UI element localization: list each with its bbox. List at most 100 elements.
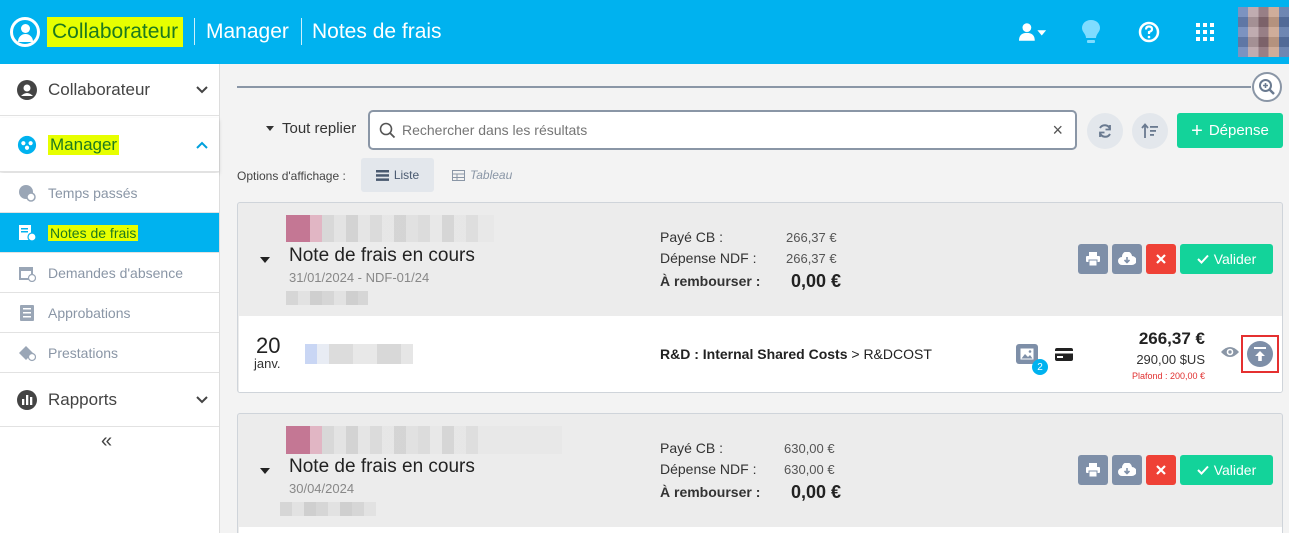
sidebar-item-label: Approbations — [48, 304, 131, 321]
refund-label: À rembourser : — [660, 273, 761, 289]
ndf-label: Dépense NDF : — [660, 461, 757, 477]
ndf-value: 630,00 € — [784, 462, 835, 477]
user-circle-icon[interactable] — [10, 17, 40, 47]
attachments-count-badge: 2 — [1032, 359, 1048, 375]
refresh-button[interactable] — [1087, 113, 1123, 149]
clock-icon — [17, 183, 37, 203]
sidebar-item-notes-de-frais[interactable]: Notes de frais — [0, 213, 219, 253]
validate-button[interactable]: Valider — [1180, 455, 1273, 485]
sidebar-item-collaborateur[interactable]: Collaborateur — [0, 64, 219, 116]
view-table-label: Tableau — [470, 168, 513, 182]
chevron-down-icon — [196, 85, 208, 93]
ndf-label: Dépense NDF : — [660, 250, 757, 266]
expense-amount: 266,37 € — [1138, 329, 1205, 348]
breadcrumb-collaborateur[interactable]: Collaborateur — [47, 17, 184, 47]
sidebar-item-demandes-absence[interactable]: Demandes d'absence — [0, 253, 219, 293]
report-title: Note de frais en cours — [289, 245, 475, 266]
help-icon[interactable] — [1135, 18, 1163, 46]
expense-line[interactable]: 20 janv. R&D : Internal Shared Costs > R… — [239, 316, 1282, 392]
image-icon — [1020, 348, 1034, 360]
print-icon — [1086, 252, 1100, 266]
sidebar-item-label: Prestations — [48, 344, 119, 361]
blurred-text — [280, 502, 376, 516]
expense-report-card: Note de frais en cours 30/04/2024 Payé C… — [237, 413, 1283, 533]
collapse-all-label: Tout replier — [282, 120, 357, 137]
blurred-description — [305, 344, 413, 364]
download-button[interactable] — [1112, 455, 1142, 485]
refresh-icon — [1099, 124, 1111, 138]
upload-icon — [1254, 347, 1266, 361]
sidebar-item-label: Rapports — [48, 389, 117, 409]
reject-button[interactable] — [1146, 455, 1176, 485]
user-switch-icon[interactable] — [1019, 18, 1047, 46]
sort-icon — [1141, 123, 1158, 138]
sidebar-item-label: Manager — [48, 134, 120, 155]
zoom-in-button[interactable] — [1252, 72, 1282, 102]
sidebar-item-label: Collaborateur — [48, 79, 151, 99]
cloud-download-icon — [1118, 252, 1136, 265]
receipt-icon — [17, 223, 37, 243]
paid-cb-label: Payé CB : — [660, 229, 724, 245]
user-circle-icon — [17, 79, 37, 100]
add-expense-button[interactable]: + Dépense — [1177, 113, 1283, 148]
divider — [237, 86, 1251, 88]
checklist-icon — [17, 303, 37, 323]
expense-category: R&D : Internal Shared Costs > R&DCOST — [660, 346, 932, 362]
search-box: × — [368, 110, 1077, 150]
collapse-all-button[interactable]: Tout replier — [250, 120, 356, 137]
sidebar-item-label: Notes de frais — [48, 224, 139, 241]
expense-report-card: Note de frais en cours 31/01/2024 - NDF-… — [237, 202, 1283, 393]
print-icon — [1086, 463, 1100, 477]
refund-value: 0,00 € — [791, 271, 842, 291]
upload-expense-button[interactable] — [1247, 341, 1273, 367]
caret-down-icon — [266, 126, 274, 131]
plus-icon: + — [1191, 119, 1203, 142]
zoom-in-icon — [1259, 79, 1275, 95]
expand-caret-icon[interactable] — [260, 468, 270, 474]
clear-search-icon[interactable]: × — [1052, 120, 1063, 141]
display-options-label: Options d'affichage : — [237, 169, 346, 183]
paid-cb-label: Payé CB : — [660, 440, 724, 456]
sidebar-item-prestations[interactable]: Prestations — [0, 333, 219, 373]
download-button[interactable] — [1112, 244, 1142, 274]
ndf-value: 266,37 € — [786, 251, 837, 266]
lightbulb-icon[interactable] — [1077, 18, 1105, 46]
subcategory-name: > R&DCOST — [851, 346, 932, 362]
print-button[interactable] — [1078, 455, 1108, 485]
eye-icon — [1221, 347, 1239, 357]
check-icon — [1197, 465, 1209, 475]
blurred-text — [286, 291, 368, 305]
expand-caret-icon[interactable] — [260, 257, 270, 263]
sort-button[interactable] — [1132, 113, 1168, 149]
breadcrumb-manager[interactable]: Manager — [206, 17, 289, 47]
table-icon — [452, 169, 465, 181]
report-subtitle: 31/01/2024 - NDF-01/24 — [289, 270, 430, 285]
paid-cb-value: 266,37 € — [786, 230, 837, 245]
avatar[interactable] — [1238, 7, 1289, 57]
check-icon — [1197, 254, 1209, 264]
validate-button[interactable]: Valider — [1180, 244, 1273, 274]
bar-chart-icon — [17, 389, 37, 410]
blurred-employee-name — [286, 426, 562, 454]
expense-line[interactable] — [239, 527, 1282, 533]
sidebar-collapse-button[interactable]: « — [101, 430, 112, 453]
print-button[interactable] — [1078, 244, 1108, 274]
refund-label: À rembourser : — [660, 484, 761, 500]
expense-amount-foreign: 290,00 $US — [1136, 352, 1205, 367]
search-input[interactable] — [402, 122, 1022, 138]
sidebar-item-temps-passes[interactable]: Temps passés — [0, 173, 219, 213]
sidebar-item-rapports[interactable]: Rapports — [0, 373, 219, 427]
view-table-button[interactable]: Tableau — [452, 158, 512, 192]
calendar-icon — [17, 263, 37, 283]
view-expense-button[interactable] — [1220, 345, 1240, 364]
sidebar-item-label: Temps passés — [48, 184, 138, 201]
sidebar-item-manager[interactable]: Manager — [0, 118, 219, 172]
validate-label: Valider — [1213, 462, 1257, 478]
sidebar-item-approbations[interactable]: Approbations — [0, 293, 219, 333]
view-list-label: Liste — [393, 168, 420, 182]
apps-grid-icon[interactable] — [1191, 18, 1219, 46]
tag-icon — [17, 343, 37, 363]
view-list-button[interactable]: Liste — [361, 158, 434, 192]
reject-button[interactable] — [1146, 244, 1176, 274]
sidebar: Collaborateur Manager Temps passés Notes… — [0, 64, 220, 533]
